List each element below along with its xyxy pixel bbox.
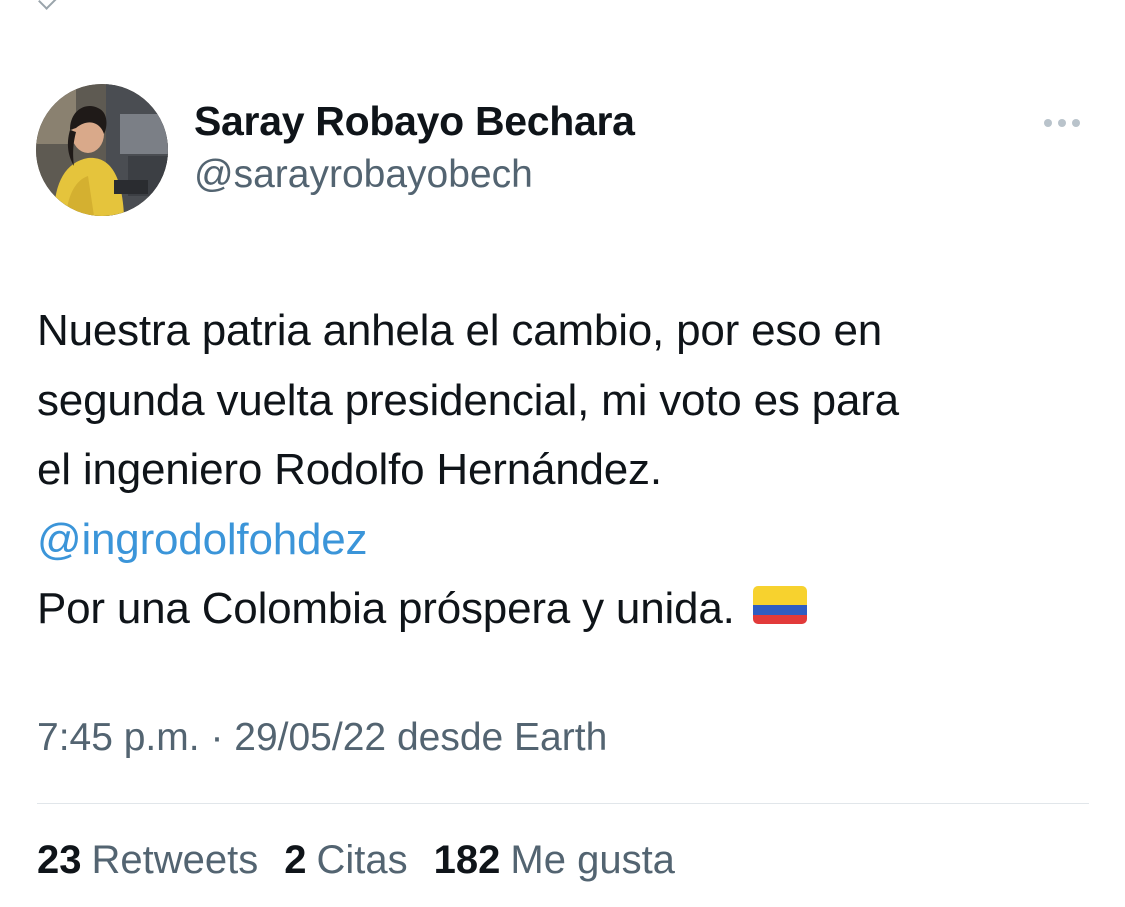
- tweet-source: Earth: [514, 716, 608, 759]
- tweet-line: segunda vuelta presidencial, mi voto es …: [37, 375, 899, 425]
- quotes-stat[interactable]: 2 Citas: [284, 838, 407, 883]
- tweet-text: Nuestra patria anhela el cambio, por eso…: [37, 296, 1097, 644]
- tweet-line: Nuestra patria anhela el cambio, por eso…: [37, 306, 883, 355]
- profile-photo: [36, 84, 168, 216]
- display-name[interactable]: Saray Robayo Bechara: [194, 98, 635, 145]
- tweet-line-last: Por una Colombia próspera y unida.: [37, 574, 1097, 644]
- meta-separator: ·: [210, 716, 224, 759]
- tweet-date: 29/05/22: [234, 716, 387, 759]
- quotes-count: 2: [284, 838, 307, 882]
- avatar[interactable]: [36, 84, 168, 216]
- tweet-line: Por una Colombia próspera y unida.: [37, 584, 735, 633]
- tweet-line: el ingeniero Rodolfo Hernández.: [37, 445, 662, 494]
- tweet-time: 7:45 p.m.: [37, 716, 200, 759]
- retweets-count: 23: [37, 838, 82, 882]
- more-horizontal-icon-dot: [1072, 119, 1080, 127]
- more-horizontal-icon-dot: [1058, 119, 1066, 127]
- source-prefix: desde: [396, 716, 504, 759]
- mention-link[interactable]: @ingrodolfohdez: [37, 505, 1097, 575]
- retweets-label: Retweets: [91, 838, 259, 882]
- quotes-label: Citas: [316, 838, 408, 882]
- likes-count: 182: [433, 838, 501, 882]
- engagement-stats: 23 Retweets 2 Citas 182 Me gusta: [37, 838, 675, 883]
- retweets-stat[interactable]: 23 Retweets: [37, 838, 258, 883]
- user-handle[interactable]: @sarayrobayobech: [194, 153, 533, 197]
- more-options-button[interactable]: [1036, 108, 1088, 138]
- likes-label: Me gusta: [510, 838, 675, 882]
- colombia-flag-icon: [752, 586, 807, 625]
- likes-stat[interactable]: 182 Me gusta: [434, 838, 675, 883]
- divider: [37, 803, 1089, 804]
- back-arrow-icon[interactable]: [38, 0, 58, 10]
- tweet-timestamp[interactable]: 7:45 p.m. · 29/05/22 desde Earth: [37, 716, 607, 760]
- more-horizontal-icon: [1044, 119, 1052, 127]
